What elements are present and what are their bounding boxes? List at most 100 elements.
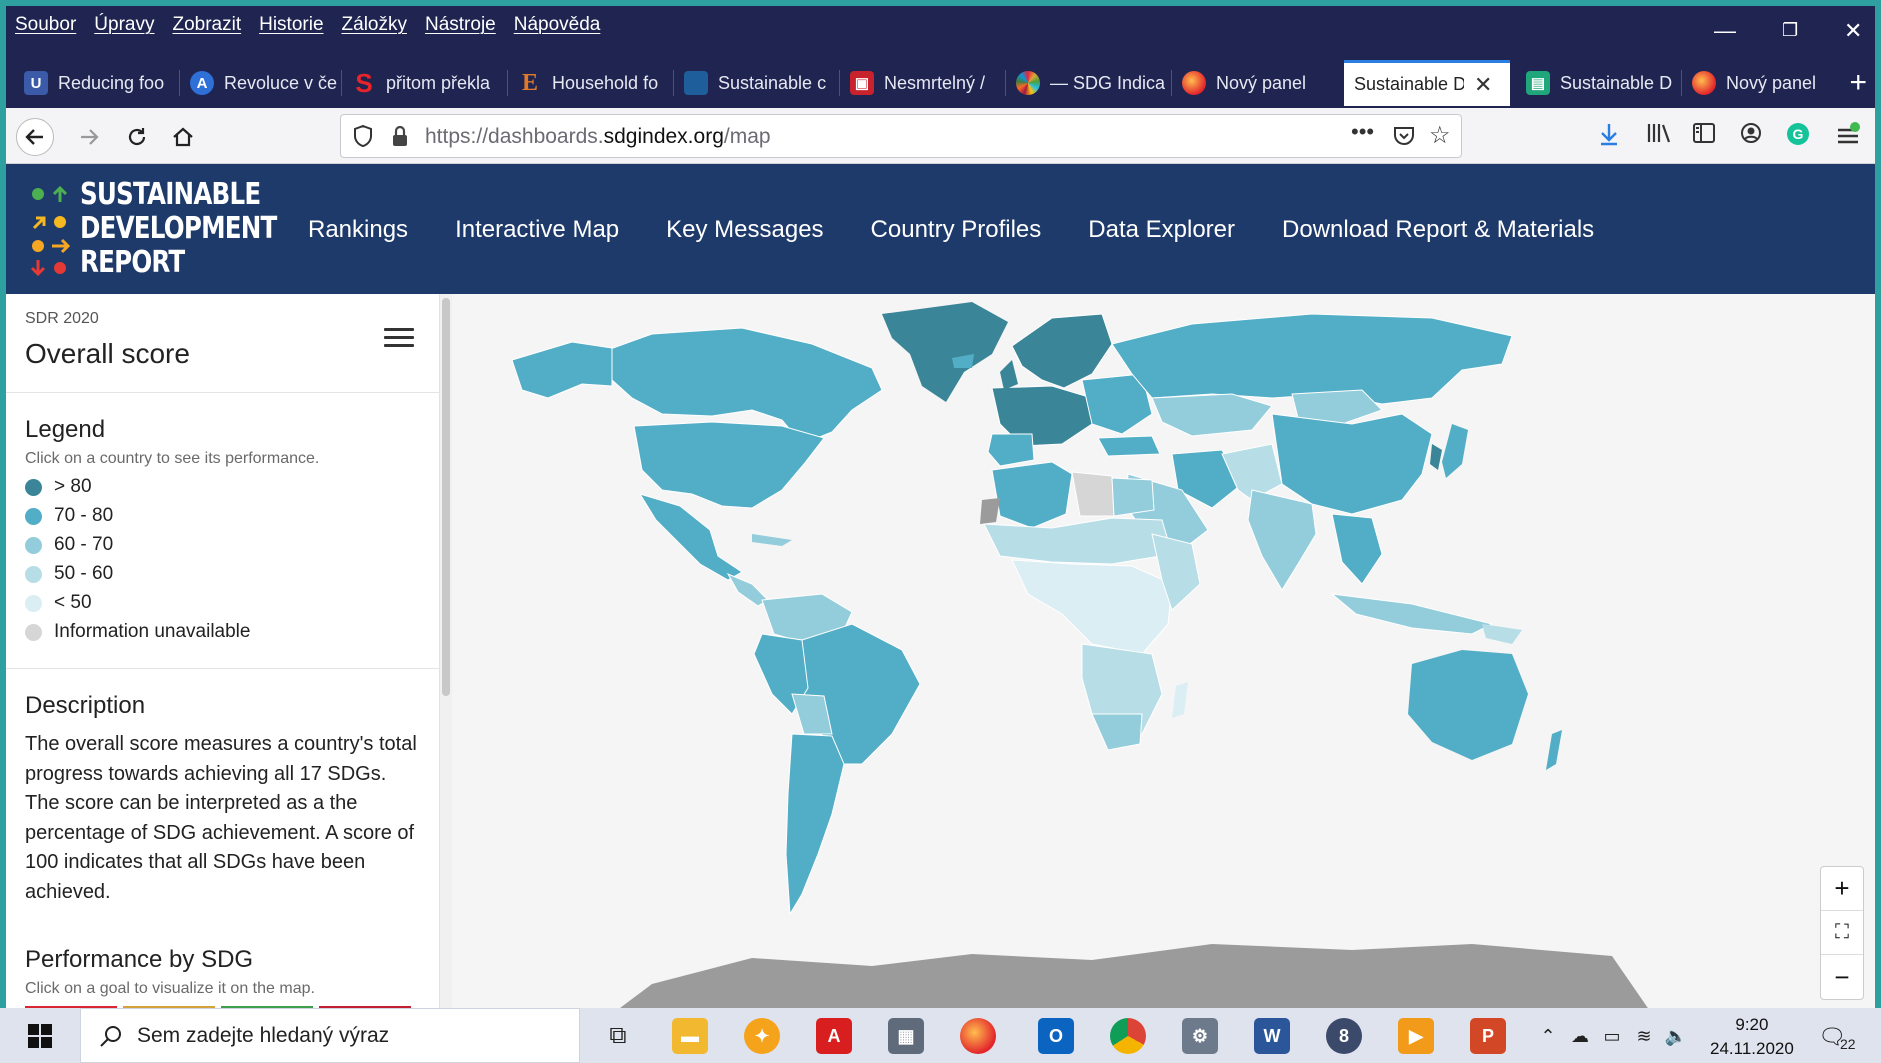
powerpoint-icon[interactable]: P: [1470, 1018, 1506, 1054]
page-actions-icon[interactable]: •••: [1351, 119, 1374, 145]
video-player-icon[interactable]: ▶: [1398, 1018, 1434, 1054]
description-title: Description: [25, 692, 146, 719]
tab-sustainable-d[interactable]: ▤ Sustainable D: [1516, 60, 1682, 106]
fullscreen-icon[interactable]: ⛶: [1821, 911, 1863, 955]
menu-bar: Soubor Úpravy Zobrazit Historie Záložky …: [6, 6, 1875, 54]
firefox-icon: [1692, 71, 1716, 95]
tab-revoluce[interactable]: A Revoluce v če: [180, 60, 342, 106]
country-japan: [1442, 424, 1468, 478]
forward-icon[interactable]: [70, 118, 108, 156]
library-icon[interactable]: [1646, 122, 1672, 150]
nav-download-report[interactable]: Download Report & Materials: [1282, 216, 1594, 244]
reload-icon[interactable]: [118, 118, 156, 156]
close-tab-icon[interactable]: ✕: [1474, 72, 1492, 98]
tab-sustainable-dev-active[interactable]: Sustainable De ✕: [1344, 60, 1510, 106]
taskbar-search[interactable]: Sem zadejte hledaný výraz: [80, 1008, 580, 1063]
chrome-icon[interactable]: [1110, 1018, 1146, 1054]
site-logo-text[interactable]: SUSTAINABLE DEVELOPMENT REPORT: [80, 178, 277, 280]
close-window-icon[interactable]: ✕: [1844, 18, 1862, 44]
volume-icon[interactable]: 🔈: [1658, 1018, 1694, 1054]
outlook-icon[interactable]: O: [1038, 1018, 1074, 1054]
file-explorer-icon[interactable]: ▬: [672, 1018, 708, 1054]
tab-label: Sustainable D: [1560, 72, 1673, 93]
tab-pritom[interactable]: S přitom překla: [342, 60, 508, 106]
tab-nesmrtelny[interactable]: ▣ Nesmrtelný /: [840, 60, 1006, 106]
app-menu-icon[interactable]: [1836, 122, 1860, 154]
country-indonesia: [1330, 593, 1494, 635]
start-button[interactable]: [0, 1008, 80, 1063]
grammarly-icon[interactable]: G: [1786, 122, 1810, 152]
url-text[interactable]: https://dashboards.sdgindex.org/map: [425, 125, 771, 149]
menu-soubor[interactable]: Soubor: [15, 14, 76, 36]
windows-taskbar: Sem zadejte hledaný výraz ⧉ ▬ ✦ A ▦ O ⚙ …: [0, 1008, 1881, 1063]
menu-zobrazit[interactable]: Zobrazit: [172, 14, 241, 36]
task-view-icon[interactable]: ⧉: [600, 1018, 636, 1054]
new-tab-icon[interactable]: +: [1849, 66, 1867, 100]
logo-line: DEVELOPMENT: [80, 211, 277, 246]
acrobat-icon[interactable]: A: [816, 1018, 852, 1054]
back-icon[interactable]: [16, 118, 54, 156]
tab-label: Sustainable De: [1354, 74, 1464, 94]
home-icon[interactable]: [164, 118, 202, 156]
site-navigation: Rankings Interactive Map Key Messages Co…: [308, 216, 1594, 244]
onedrive-icon[interactable]: ☁: [1562, 1018, 1598, 1054]
tab-sustainable-c[interactable]: Sustainable c: [674, 60, 840, 106]
logo-line: REPORT: [80, 245, 185, 280]
wifi-icon[interactable]: ≋: [1626, 1018, 1662, 1054]
nav-data-explorer[interactable]: Data Explorer: [1088, 216, 1235, 244]
lock-icon[interactable]: [391, 125, 409, 153]
zoom-in-icon[interactable]: +: [1821, 867, 1863, 911]
sdr-logo-icon[interactable]: [30, 184, 74, 276]
word-icon[interactable]: W: [1254, 1018, 1290, 1054]
nav-key-messages[interactable]: Key Messages: [666, 216, 823, 244]
sidebar-toggle-icon[interactable]: [1692, 122, 1716, 150]
tab-label: Nesmrtelný /: [884, 72, 986, 93]
nav-rankings[interactable]: Rankings: [308, 216, 408, 244]
legend-item: 50 - 60: [25, 563, 113, 585]
tab-reducing[interactable]: U Reducing foo: [14, 60, 180, 106]
menu-nastroje[interactable]: Nástroje: [425, 14, 496, 36]
tab-household[interactable]: E Household fo: [508, 60, 674, 106]
settings-app-icon[interactable]: ⚙: [1182, 1018, 1218, 1054]
country-usa: [633, 421, 825, 509]
tab-sdg-indicators[interactable]: — SDG Indica: [1006, 60, 1172, 106]
app-8-icon[interactable]: 8: [1326, 1018, 1362, 1054]
menu-zalozky[interactable]: Záložky: [342, 14, 407, 36]
address-bar[interactable]: https://dashboards.sdgindex.org/map ••• …: [340, 114, 1462, 158]
menu-historie[interactable]: Historie: [259, 14, 323, 36]
antarctica: [612, 944, 1652, 1014]
zoom-out-icon[interactable]: −: [1821, 955, 1863, 999]
restore-icon[interactable]: ❐: [1782, 20, 1798, 41]
teams-icon: ▤: [1526, 71, 1550, 95]
nav-country-profiles[interactable]: Country Profiles: [871, 216, 1042, 244]
legend-item: 60 - 70: [25, 534, 113, 556]
choropleth-map[interactable]: [452, 294, 1875, 1014]
menu-napoveda[interactable]: Nápověda: [514, 14, 601, 36]
world-map[interactable]: [452, 294, 1875, 1014]
shield-tracking-icon[interactable]: [353, 124, 373, 153]
site-header: SUSTAINABLE DEVELOPMENT REPORT Rankings …: [6, 164, 1875, 294]
nav-interactive-map[interactable]: Interactive Map: [455, 216, 619, 244]
battery-icon[interactable]: ▭: [1594, 1018, 1630, 1054]
tab-novy-panel-1[interactable]: Nový panel: [1172, 60, 1338, 106]
country-north-africa-west: [991, 461, 1073, 529]
indicator-menu-icon[interactable]: [384, 328, 414, 352]
calculator-icon[interactable]: ▦: [888, 1018, 924, 1054]
menu-upravy[interactable]: Úpravy: [94, 14, 154, 36]
tab-label: Reducing foo: [58, 72, 165, 93]
system-clock[interactable]: 9:20 24.11.2020: [1710, 1013, 1794, 1061]
performance-title: Performance by SDG: [25, 946, 254, 973]
minimize-icon[interactable]: —: [1714, 18, 1736, 44]
legend-dot: [25, 478, 42, 496]
indicator-title: Overall score: [25, 338, 190, 369]
downloads-icon[interactable]: [1598, 122, 1620, 152]
tab-novy-panel-2[interactable]: Nový panel: [1682, 60, 1848, 106]
account-icon[interactable]: [1740, 122, 1762, 150]
browser-window: Soubor Úpravy Zobrazit Historie Záložky …: [0, 0, 1881, 1063]
firefox-icon[interactable]: [960, 1018, 996, 1054]
sidebar-scroll-thumb[interactable]: [442, 298, 450, 696]
bookmark-star-icon[interactable]: ☆: [1429, 121, 1451, 150]
app-icon[interactable]: ✦: [744, 1018, 780, 1054]
tray-chevron-icon[interactable]: ⌃: [1530, 1018, 1566, 1054]
pocket-icon[interactable]: [1393, 125, 1415, 153]
